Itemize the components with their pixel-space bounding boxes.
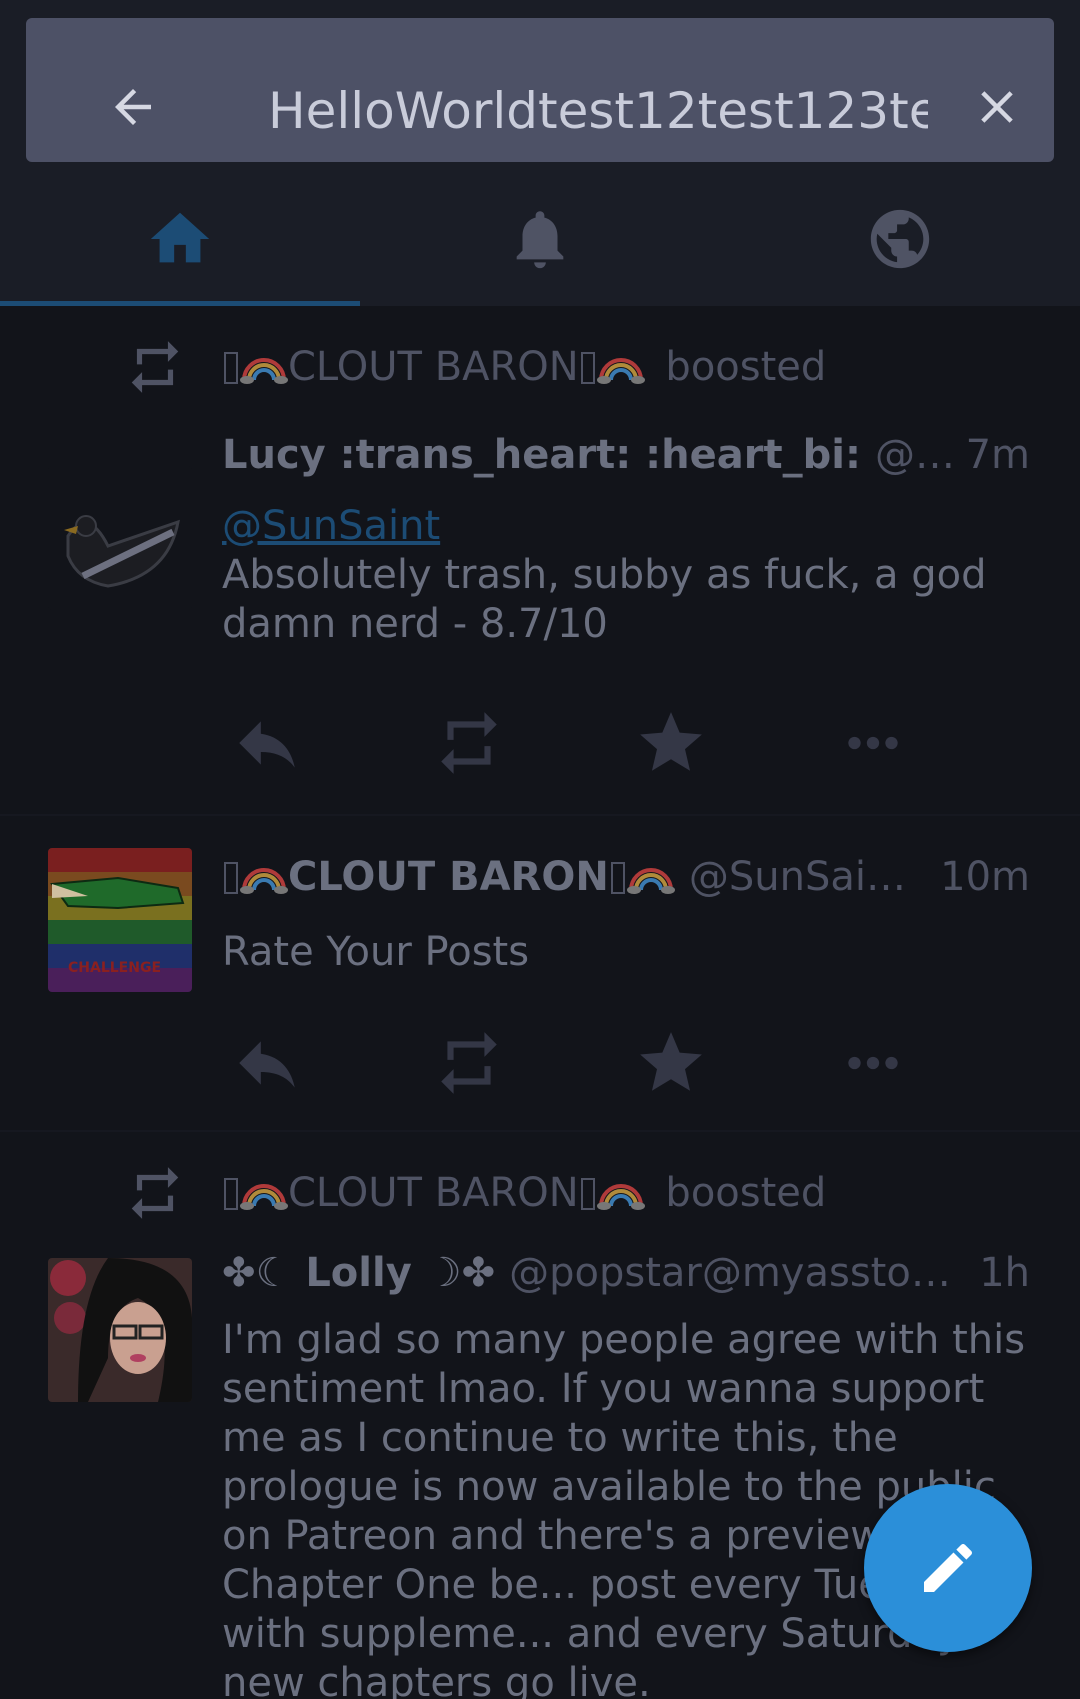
account-handle[interactable]: @SunSaint@… — [689, 854, 930, 900]
display-name[interactable]: Lucy :trans_heart: :heart_bi: — [222, 432, 861, 478]
reply-icon[interactable] — [230, 1026, 304, 1100]
boost-icon[interactable] — [432, 706, 506, 780]
account-handle[interactable]: @Cornish… — [875, 432, 956, 478]
star-icon[interactable] — [634, 1026, 708, 1100]
boost-header: CLOUT BARON boosted — [0, 306, 1080, 393]
bird-avatar-icon — [64, 515, 180, 588]
tab-home[interactable] — [0, 172, 360, 306]
rainbow-emoji-icon — [626, 868, 675, 894]
avatar[interactable]: CHALLENGE — [48, 848, 192, 992]
timeline: CLOUT BARON boosted Lucy :trans_heart: :… — [0, 306, 1080, 1699]
portrait-avatar-icon — [48, 1258, 192, 1402]
account-handle[interactable]: @popstar@myasstodon.xyz — [509, 1250, 969, 1296]
rainbow-emoji-icon — [596, 358, 645, 384]
crocodile-avatar-icon: CHALLENGE — [48, 848, 192, 992]
star-icon[interactable] — [634, 706, 708, 780]
search-input[interactable]: HelloWorldtest12test123tes — [268, 76, 928, 146]
boost-text: CLOUT BARON boosted — [222, 344, 826, 390]
avatar[interactable] — [48, 466, 192, 610]
timeline-tabs — [0, 172, 1080, 306]
display-name[interactable]: CLOUT BARON — [222, 854, 675, 900]
missing-glyph-icon — [224, 1178, 238, 1210]
status-text: Rate Your Posts — [222, 929, 530, 975]
missing-glyph-icon — [610, 862, 625, 894]
more-icon[interactable] — [836, 706, 910, 780]
status-content: @SunSaint Absolutely trash, subby as fuc… — [222, 502, 1020, 649]
bell-icon — [516, 211, 564, 269]
rainbow-emoji-icon — [596, 1184, 645, 1210]
rainbow-emoji-icon — [240, 358, 288, 384]
display-name[interactable]: ✤☾ Lolly ☽✤ — [222, 1250, 495, 1296]
status-card[interactable]: CLOUT BARON boosted Lucy :trans_heart: :… — [0, 306, 1080, 816]
boost-icon — [131, 1167, 179, 1219]
missing-glyph-icon — [580, 352, 595, 384]
status-header: Lucy :trans_heart: :heart_bi: @Cornish… … — [222, 432, 1030, 478]
missing-glyph-icon — [580, 1178, 595, 1210]
back-arrow-icon[interactable] — [106, 80, 160, 134]
boost-icon — [131, 341, 179, 393]
status-header: CLOUT BARON @SunSaint@… 10m — [222, 854, 1030, 900]
status-actions — [222, 706, 1022, 786]
boost-icon[interactable] — [432, 1026, 506, 1100]
svg-text:CHALLENGE: CHALLENGE — [68, 960, 161, 976]
boost-header: CLOUT BARON boosted — [0, 1132, 1080, 1219]
status-content: Rate Your Posts — [222, 928, 1020, 977]
rainbow-emoji-icon — [240, 1184, 288, 1210]
pencil-icon — [924, 1543, 973, 1592]
home-icon — [150, 212, 210, 263]
missing-glyph-icon — [224, 862, 238, 894]
search-box[interactable]: HelloWorldtest12test123tes — [26, 18, 1054, 162]
globe-icon — [870, 209, 930, 269]
timestamp: 1h — [979, 1250, 1030, 1296]
reply-icon[interactable] — [230, 706, 304, 780]
timestamp: 7m — [965, 432, 1030, 478]
search-toolbar: HelloWorldtest12test123tes — [0, 0, 1080, 172]
compose-button[interactable] — [864, 1484, 1032, 1652]
boost-text: CLOUT BARON boosted — [222, 1170, 826, 1216]
mention-link[interactable]: @SunSaint — [222, 502, 1020, 551]
more-icon[interactable] — [836, 1026, 910, 1100]
app-screen: HelloWorldtest12test123tes CLOUT BARON b… — [0, 0, 1080, 1699]
status-text: Absolutely trash, subby as fuck, a god d… — [222, 552, 987, 647]
tab-notifications[interactable] — [360, 172, 720, 306]
avatar[interactable] — [48, 1258, 192, 1402]
tab-federated[interactable] — [720, 172, 1080, 306]
rainbow-emoji-icon — [240, 868, 288, 894]
status-header: ✤☾ Lolly ☽✤ @popstar@myasstodon.xyz 1h — [222, 1250, 1030, 1296]
status-card[interactable]: CHALLENGE CLOUT BARON @SunSaint@… 10m Ra… — [0, 816, 1080, 1132]
timestamp: 10m — [940, 854, 1030, 900]
status-actions — [222, 1026, 1022, 1106]
missing-glyph-icon — [224, 352, 238, 384]
close-icon[interactable] — [970, 80, 1024, 134]
